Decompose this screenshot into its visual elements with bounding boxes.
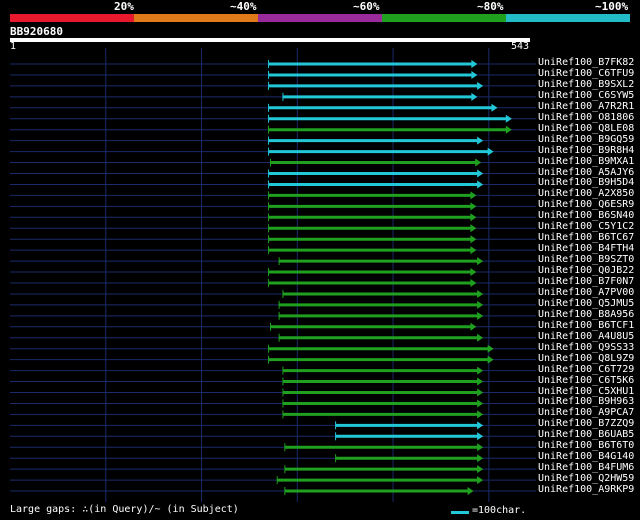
hit-arrowhead [477, 465, 484, 474]
hit-arrowhead [505, 125, 512, 134]
scale-bar [451, 511, 469, 514]
hit-label[interactable]: UniRef100_B9GQ59 [538, 134, 634, 145]
hit-arrowhead [471, 70, 478, 79]
hit-label[interactable]: UniRef100_B7ZZQ9 [538, 418, 634, 429]
hit-arrowhead [477, 136, 484, 145]
hit-label[interactable]: UniRef100_C6TFU9 [538, 68, 634, 79]
hit-label[interactable]: UniRef100_Q9SS33 [538, 342, 634, 353]
hit-label[interactable]: UniRef100_B6SN40 [538, 210, 634, 221]
hit-label[interactable]: UniRef100_Q8LE08 [538, 123, 634, 134]
hit-label[interactable]: UniRef100_B6TCF1 [538, 320, 634, 331]
hit-label[interactable]: UniRef100_B4FTH4 [538, 243, 634, 254]
hit-arrowhead [477, 443, 484, 452]
hit-label[interactable]: UniRef100_B8A956 [538, 309, 634, 320]
hit-label[interactable]: UniRef100_C6T729 [538, 364, 634, 375]
hit-arrowhead [477, 300, 484, 309]
hit-label[interactable]: UniRef100_Q8L9Z9 [538, 353, 634, 364]
hit-arrowhead [477, 333, 484, 342]
hit-arrowhead [477, 377, 484, 386]
hit-label[interactable]: UniRef100_B9MXA1 [538, 156, 634, 167]
hit-arrowhead [477, 81, 484, 90]
hit-arrowhead [505, 114, 512, 123]
hit-label[interactable]: UniRef100_A7PV00 [538, 287, 634, 298]
hit-arrowhead [467, 487, 474, 496]
hit-label[interactable]: UniRef100_A9PCA7 [538, 407, 634, 418]
hit-label[interactable]: UniRef100_B7F0N7 [538, 276, 634, 287]
hit-arrowhead [471, 60, 478, 68]
hit-label[interactable]: UniRef100_Q6ESR9 [538, 199, 634, 210]
hit-arrowhead [487, 355, 494, 364]
hit-label[interactable]: UniRef100_B9SXL2 [538, 79, 634, 90]
hit-label[interactable]: UniRef100_B9H5D4 [538, 177, 634, 188]
hit-arrowhead [477, 366, 484, 375]
hit-label[interactable]: UniRef100_A5AJY6 [538, 167, 634, 178]
hit-arrowhead [477, 289, 484, 298]
hit-arrowhead [475, 158, 482, 167]
hit-label[interactable]: UniRef100_A9RKP9 [538, 484, 634, 495]
hit-label[interactable]: UniRef100_B9R8H4 [538, 145, 634, 156]
hit-label[interactable]: UniRef100_Q2HW59 [538, 473, 634, 484]
hit-arrowhead [470, 202, 477, 211]
hit-arrowhead [477, 180, 484, 189]
hit-arrowhead [477, 454, 484, 463]
hit-arrowhead [470, 191, 477, 200]
hit-arrowhead [470, 246, 477, 255]
hit-label[interactable]: UniRef100_C5Y1C2 [538, 221, 634, 232]
hit-label[interactable]: UniRef100_B6T6T0 [538, 440, 634, 451]
hit-arrowhead [471, 92, 478, 101]
hit-label[interactable]: UniRef100_A2X850 [538, 188, 634, 199]
hit-arrowhead [470, 235, 477, 244]
hit-arrowhead [477, 421, 484, 430]
hit-label[interactable]: UniRef100_B9H963 [538, 396, 634, 407]
hit-label[interactable]: UniRef100_A4U8U5 [538, 331, 634, 342]
hit-label[interactable]: UniRef100_Q5JMU5 [538, 298, 634, 309]
hit-label[interactable]: UniRef100_B7FK82 [538, 57, 634, 68]
hit-label[interactable]: UniRef100_C6T5K6 [538, 375, 634, 386]
hit-label[interactable]: UniRef100_A7R2R1 [538, 101, 634, 112]
hit-arrowhead [470, 268, 477, 277]
scale-label: =100char. [472, 505, 527, 516]
hit-arrowhead [477, 410, 484, 419]
hit-arrowhead [477, 311, 484, 320]
hit-arrowhead [477, 432, 484, 441]
hit-label[interactable]: UniRef100_C5XHU1 [538, 386, 634, 397]
hit-label[interactable]: UniRef100_Q0JB22 [538, 265, 634, 276]
hit-arrowhead [470, 213, 477, 222]
hit-arrowhead [487, 147, 494, 156]
hit-arrowhead [477, 399, 484, 408]
hit-label[interactable]: UniRef100_O81806 [538, 112, 634, 123]
gap-legend: Large gaps: ∴(in Query)/~ (in Subject) [10, 504, 239, 515]
hit-arrowhead [491, 103, 498, 112]
hit-arrowhead [470, 224, 477, 233]
hit-label[interactable]: UniRef100_B6TC67 [538, 232, 634, 243]
hit-label[interactable]: UniRef100_B6UAB5 [538, 429, 634, 440]
hit-arrowhead [487, 344, 494, 353]
hit-arrowhead [477, 257, 484, 266]
hit-label[interactable]: UniRef100_C6SYW5 [538, 90, 634, 101]
hit-label[interactable]: UniRef100_B9SZT0 [538, 254, 634, 265]
hit-arrowhead [477, 476, 484, 485]
hit-arrowhead [470, 279, 477, 287]
hit-label[interactable]: UniRef100_B4G140 [538, 451, 634, 462]
hit-arrowhead [477, 388, 484, 397]
hit-label[interactable]: UniRef100_B4FUM6 [538, 462, 634, 473]
hit-arrowhead [470, 322, 477, 331]
hit-arrowhead [477, 169, 484, 178]
